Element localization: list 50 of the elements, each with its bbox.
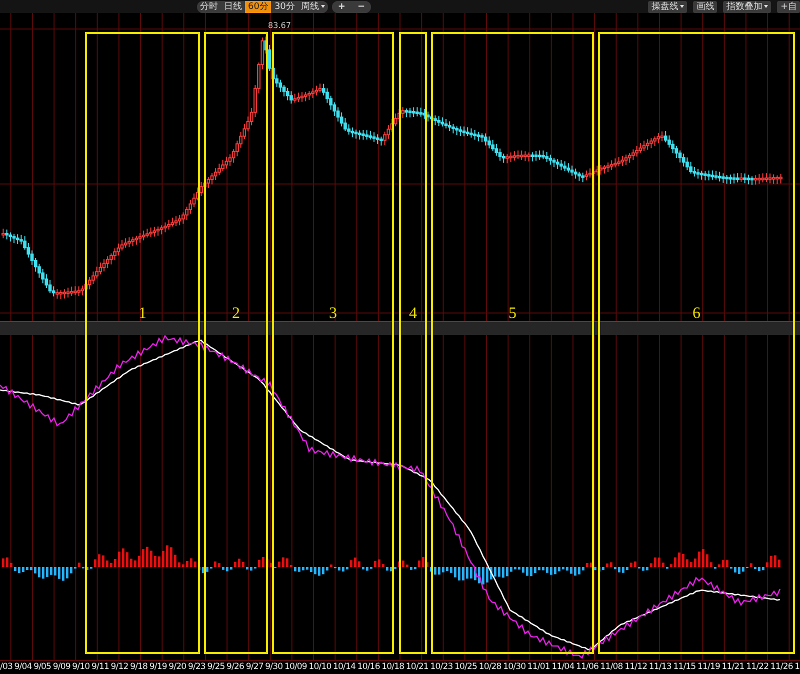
date-label: 9/18: [130, 661, 148, 674]
date-label: 11/21: [722, 661, 744, 674]
date-label: 9/09: [52, 661, 70, 674]
date-label: 9/04: [14, 661, 32, 674]
date-label: 9/26: [226, 661, 244, 674]
date-label: 9/27: [246, 661, 264, 674]
date-label: 10/10: [308, 661, 332, 674]
date-label: 11/13: [648, 661, 672, 674]
period-tab[interactable]: 60分: [245, 0, 272, 12]
date-label: 10/28: [478, 661, 502, 674]
date-label: 9/25: [207, 661, 225, 674]
date-label: 9/12: [110, 661, 128, 674]
zone-label: 1: [138, 305, 146, 323]
date-label: 11/15: [673, 661, 696, 674]
date-label: /03: [0, 661, 12, 674]
date-label: 10/25: [454, 661, 478, 674]
toolbar-button[interactable]: 指数叠加: [723, 0, 772, 12]
zone-label: 3: [329, 305, 337, 323]
toolbar-button[interactable]: 画线: [693, 0, 718, 12]
date-label: 11/12: [624, 661, 648, 674]
zone-label: 6: [692, 305, 700, 323]
date-label: 1: [794, 661, 800, 674]
date-label: 9/10: [72, 661, 90, 674]
date-label: 11/26: [770, 661, 793, 674]
zone-label: 4: [409, 305, 417, 323]
date-label: 11/01: [527, 661, 550, 674]
date-label: 10/14: [333, 661, 356, 674]
date-label: 11/22: [746, 661, 769, 674]
date-label: 11/19: [697, 661, 720, 674]
date-label: 9/30: [265, 661, 283, 674]
date-label: 9/19: [149, 661, 167, 674]
date-label: 10/16: [357, 661, 380, 674]
zone-label: 2: [232, 305, 240, 323]
date-label: 9/11: [91, 661, 109, 674]
period-tab[interactable]: 分时: [197, 0, 221, 12]
date-label: 11/08: [600, 661, 623, 674]
date-label: 10/21: [406, 661, 428, 674]
toolbar-button[interactable]: +自: [777, 0, 800, 12]
zone-label: 5: [508, 305, 516, 323]
toolbar-button[interactable]: 操盘线: [648, 0, 688, 12]
date-label: 10/09: [284, 661, 307, 674]
date-label: 9/20: [168, 661, 186, 674]
date-label: 11/04: [552, 661, 574, 674]
high-price-label: 83.67: [268, 21, 291, 30]
date-label: 9/05: [34, 661, 52, 674]
date-label: 10/23: [430, 661, 453, 674]
date-label: 10/18: [382, 661, 404, 674]
date-label: 9/23: [188, 661, 206, 674]
date-label: 11/06: [576, 661, 598, 674]
date-label: 10/30: [503, 661, 526, 674]
